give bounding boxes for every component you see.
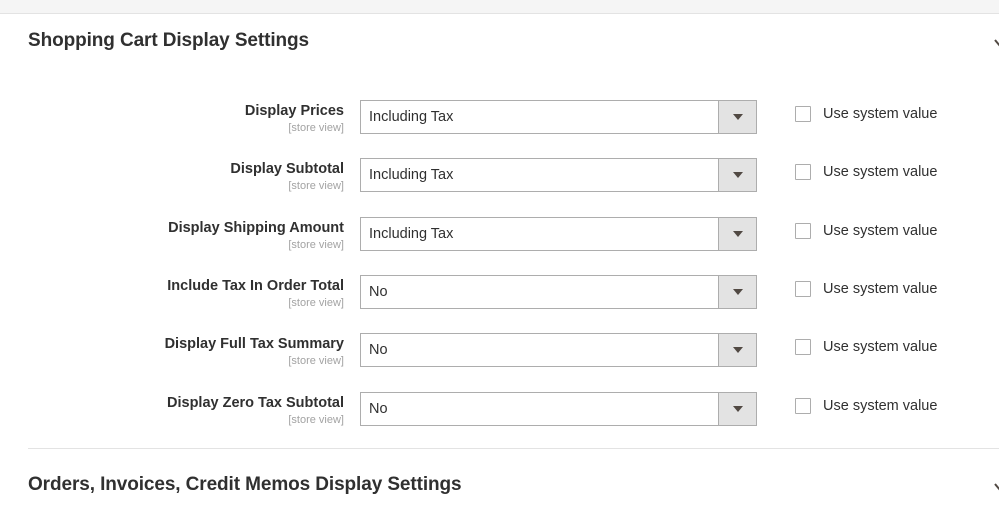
field-scope: [store view] <box>288 239 344 251</box>
select-display-full-tax-summary[interactable]: No <box>360 333 757 367</box>
chevron-down-icon[interactable] <box>718 334 756 366</box>
select-value: Including Tax <box>369 226 454 242</box>
chevron-down-icon[interactable] <box>718 393 756 425</box>
form-row-display-prices: Display Prices [store view] Including Ta… <box>0 100 999 150</box>
chevron-icon[interactable] <box>991 478 999 496</box>
field-label-wrap: Display Full Tax Summary [store view] <box>0 335 344 369</box>
field-label-wrap: Display Shipping Amount [store view] <box>0 219 344 253</box>
field-scope: [store view] <box>288 297 344 309</box>
checkbox-use-system-value[interactable] <box>795 223 811 239</box>
field-label: Display Prices <box>244 103 344 119</box>
section-title: Orders, Invoices, Credit Memos Display S… <box>28 474 462 495</box>
chevron-down-icon[interactable] <box>718 101 756 133</box>
use-system-value-include-tax-in-order-total[interactable]: Use system value <box>795 280 937 298</box>
checkbox-use-system-value[interactable] <box>795 339 811 355</box>
chevron-icon[interactable] <box>991 34 999 52</box>
use-system-value-label: Use system value <box>823 281 938 297</box>
select-display-shipping-amount[interactable]: Including Tax <box>360 217 757 251</box>
select-display-prices[interactable]: Including Tax <box>360 100 757 134</box>
chevron-down-icon[interactable] <box>718 276 756 308</box>
checkbox-use-system-value[interactable] <box>795 164 811 180</box>
checkbox-use-system-value[interactable] <box>795 106 811 122</box>
use-system-value-display-subtotal[interactable]: Use system value <box>795 163 937 181</box>
checkbox-use-system-value[interactable] <box>795 281 811 297</box>
use-system-value-label: Use system value <box>823 106 938 122</box>
section-divider <box>28 448 999 449</box>
use-system-value-display-zero-tax-subtotal[interactable]: Use system value <box>795 397 937 415</box>
field-label: Include Tax In Order Total <box>167 278 344 294</box>
form-row-display-shipping-amount: Display Shipping Amount [store view] Inc… <box>0 217 999 267</box>
config-page: Shopping Cart Display Settings Display P… <box>0 0 999 527</box>
field-label: Display Zero Tax Subtotal <box>167 395 344 411</box>
page-top-band <box>0 0 999 14</box>
select-include-tax-in-order-total[interactable]: No <box>360 275 757 309</box>
field-scope: [store view] <box>288 180 344 192</box>
select-display-zero-tax-subtotal[interactable]: No <box>360 392 757 426</box>
use-system-value-display-shipping-amount[interactable]: Use system value <box>795 222 937 240</box>
use-system-value-label: Use system value <box>823 398 938 414</box>
use-system-value-label: Use system value <box>823 164 938 180</box>
field-label-wrap: Display Prices [store view] <box>0 102 344 136</box>
use-system-value-label: Use system value <box>823 339 938 355</box>
field-scope: [store view] <box>288 355 344 367</box>
section-header-shopping-cart[interactable]: Shopping Cart Display Settings <box>0 30 999 70</box>
field-label-wrap: Display Subtotal [store view] <box>0 160 344 194</box>
field-label: Display Shipping Amount <box>168 220 344 236</box>
form-row-display-subtotal: Display Subtotal [store view] Including … <box>0 158 999 208</box>
form-row-display-full-tax-summary: Display Full Tax Summary [store view] No… <box>0 333 999 383</box>
field-scope: [store view] <box>288 414 344 426</box>
field-label-wrap: Include Tax In Order Total [store view] <box>0 277 344 311</box>
field-label-wrap: Display Zero Tax Subtotal [store view] <box>0 394 344 428</box>
select-value: No <box>369 401 388 417</box>
checkbox-use-system-value[interactable] <box>795 398 811 414</box>
chevron-down-icon[interactable] <box>718 159 756 191</box>
select-value: Including Tax <box>369 109 454 125</box>
field-label: Display Full Tax Summary <box>164 336 344 352</box>
use-system-value-label: Use system value <box>823 223 938 239</box>
select-display-subtotal[interactable]: Including Tax <box>360 158 757 192</box>
field-label: Display Subtotal <box>230 161 344 177</box>
field-scope: [store view] <box>288 122 344 134</box>
select-value: No <box>369 342 388 358</box>
select-value: No <box>369 284 388 300</box>
form-row-include-tax-in-order-total: Include Tax In Order Total [store view] … <box>0 275 999 325</box>
chevron-down-icon[interactable] <box>718 218 756 250</box>
use-system-value-display-full-tax-summary[interactable]: Use system value <box>795 338 937 356</box>
select-value: Including Tax <box>369 167 454 183</box>
section-header-orders-invoices-credit-memos[interactable]: Orders, Invoices, Credit Memos Display S… <box>0 474 999 514</box>
section-title: Shopping Cart Display Settings <box>28 30 309 51</box>
use-system-value-display-prices[interactable]: Use system value <box>795 105 937 123</box>
form-row-display-zero-tax-subtotal: Display Zero Tax Subtotal [store view] N… <box>0 392 999 442</box>
